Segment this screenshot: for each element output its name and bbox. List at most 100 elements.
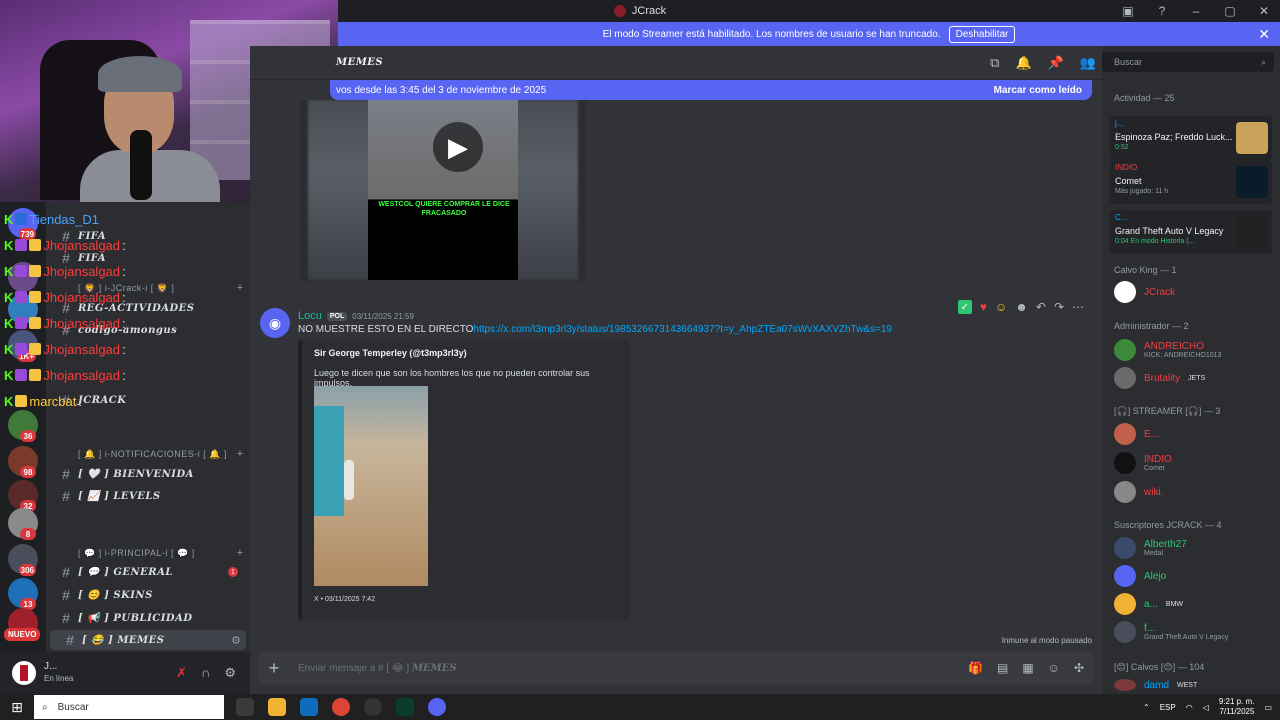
activity-card[interactable]: INDIO Comet Más jugado: 11 h (1110, 160, 1272, 204)
gift-icon[interactable]: 🎁 (968, 661, 983, 675)
outlook-icon[interactable] (300, 698, 318, 716)
server-icon[interactable]: 32 (8, 480, 38, 512)
maximize-button[interactable]: ▢ (1222, 4, 1238, 18)
obs-icon[interactable] (364, 698, 382, 716)
embed-author[interactable]: Sir George Temperley (@t3mp3rl3y) (314, 348, 467, 358)
add-attachment-icon[interactable]: + (258, 658, 290, 679)
disable-streamer-button[interactable]: Deshabilitar (948, 25, 1016, 43)
reply-icon[interactable]: ↶ (1036, 300, 1046, 314)
activity-card[interactable]: C... Grand Theft Auto V Legacy 0:04 En m… (1110, 210, 1272, 254)
embed-image[interactable] (314, 386, 428, 586)
notifications-bell-icon[interactable]: 🔔 (1015, 55, 1031, 71)
member-item[interactable]: Alejo (1114, 564, 1166, 588)
server-icon[interactable]: 1K+ (8, 330, 38, 362)
member-item[interactable]: f... Grand Theft Auto V Legacy (1114, 620, 1228, 644)
pin-icon[interactable]: 📌 (1048, 55, 1064, 71)
mute-mic-icon[interactable]: ✗ (176, 665, 187, 681)
user-settings-icon[interactable]: ⚙ (224, 665, 236, 681)
channel-item[interactable]: # [ 🤍 ] BIENVENIDA (46, 464, 250, 484)
category-header[interactable]: [ 🔔 ] i-NOTIFICACIONES-i [ 🔔 ] + (46, 444, 250, 464)
minimize-button[interactable]: – (1188, 4, 1204, 18)
member-item[interactable]: ANDREICHO KICK: ANDREICHO1013 (1114, 338, 1221, 362)
member-item[interactable]: wiki. (1114, 480, 1163, 504)
channel-item[interactable]: # [ 😊 ] SKINS (46, 585, 250, 605)
category-header[interactable]: [ 💬 ] i-PRINCIPAL-i [ 💬 ] + (46, 543, 250, 563)
channel-item[interactable]: # [ 💬 ] GENERAL 1 (46, 562, 250, 582)
channel-item[interactable]: # [ 📈 ] LEVELS (46, 486, 250, 506)
member-item[interactable]: Brutality JETS (1114, 366, 1205, 390)
check-reaction-icon[interactable]: ✓ (957, 300, 972, 314)
server-icon[interactable] (8, 262, 38, 292)
app-icon[interactable] (396, 698, 414, 716)
add-channel-icon[interactable]: + (230, 448, 250, 460)
message-composer[interactable]: + Enviar mensaje a # [ 😂 ] MEMES 🎁 ▤ ▦ ☺… (258, 652, 1094, 684)
language-indicator[interactable]: ESP (1160, 703, 1176, 712)
activity-header[interactable]: Actividad — 25 (1114, 93, 1175, 103)
sticker-icon[interactable]: ▦ (1022, 661, 1033, 675)
add-reaction-icon[interactable]: ☻ (1015, 300, 1028, 314)
taskbar-search[interactable]: ⌕ Buscar (34, 695, 224, 719)
discord-avatar-icon[interactable]: ◉ (260, 308, 290, 338)
category-header[interactable]: [ 🦁 ] i-JCrack-i [ 🦁 ] + (46, 278, 250, 298)
new-messages-bar[interactable]: vos desde las 3:45 del 3 de noviembre de… (330, 80, 1092, 100)
heart-reaction-icon[interactable]: ♥ (980, 300, 987, 314)
task-view-icon[interactable] (236, 698, 254, 716)
server-icon[interactable]: 306 (8, 544, 38, 576)
user-info[interactable]: J... En línea (44, 661, 73, 685)
server-icon[interactable]: 98 (8, 446, 38, 478)
play-icon[interactable]: ▶ (433, 122, 483, 172)
windows-start-icon[interactable]: ⊞ (0, 699, 34, 716)
activity-card[interactable]: j... Espinoza Paz; Freddo Luck... 0:52 (1110, 116, 1272, 160)
file-explorer-icon[interactable] (268, 698, 286, 716)
help-icon[interactable]: ? (1154, 4, 1170, 18)
emoji-icon[interactable]: ☺ (1048, 661, 1060, 675)
channel-item[interactable]: # FIFA (46, 248, 250, 268)
settings-icon[interactable]: ⚙ (226, 634, 246, 647)
channel-item[interactable]: # FIFA (46, 226, 250, 246)
inbox-icon[interactable]: ▣ (1120, 4, 1136, 18)
apps-icon[interactable]: ✣ (1074, 661, 1084, 675)
more-options-icon[interactable]: ⋯ (1072, 300, 1084, 314)
member-item[interactable]: E... (1114, 422, 1159, 446)
add-channel-icon[interactable]: + (230, 547, 250, 559)
member-item[interactable]: damd WEST (1114, 678, 1197, 692)
link-embed: Sir George Temperley (@t3mp3rl3y) Luego … (298, 340, 630, 620)
threads-icon[interactable]: ⧉ (990, 55, 999, 71)
channel-item[interactable]: # [ 📢 ] PUBLICIDAD (46, 608, 250, 628)
chrome-icon[interactable] (332, 698, 350, 716)
close-window-button[interactable]: ✕ (1256, 4, 1272, 18)
server-icon[interactable]: 13 (8, 578, 38, 610)
server-icon[interactable]: 739 (8, 208, 38, 240)
message-link[interactable]: https://x.com/t3mp3rl3y/status/198532667… (473, 324, 892, 335)
member-item[interactable]: Alberth27 Medal (1114, 536, 1187, 560)
add-channel-icon[interactable]: + (230, 282, 250, 294)
server-icon[interactable]: 8 (8, 508, 38, 540)
discord-icon[interactable] (428, 698, 446, 716)
member-item[interactable]: JCrack (1114, 280, 1175, 304)
server-icon[interactable] (8, 294, 38, 324)
member-item[interactable]: INDIO Comet (1114, 451, 1172, 475)
channel-item-active[interactable]: # [ 😂 ] MEMES ⚙ (50, 630, 246, 650)
clock[interactable]: 9:21 p. m. 7/11/2025 (1219, 697, 1255, 717)
channel-item[interactable]: # codigo-amongus (46, 320, 250, 340)
wifi-icon[interactable]: ◠ (1186, 703, 1193, 712)
forward-icon[interactable]: ↷ (1054, 300, 1064, 314)
member-search-input[interactable]: Buscar ⌕ (1102, 52, 1274, 72)
volume-icon[interactable]: ◁ (1203, 703, 1209, 712)
mark-as-read-button[interactable]: Marcar como leído (994, 85, 1082, 96)
server-icon[interactable]: 36 (8, 410, 38, 442)
headphones-icon[interactable]: ∩ (201, 665, 210, 681)
close-banner-icon[interactable]: ✕ (1258, 26, 1270, 43)
tray-chevron-icon[interactable]: ⌃ (1143, 703, 1150, 712)
gif-icon[interactable]: ▤ (997, 661, 1008, 675)
channel-item[interactable]: # REG-ACTIVIDADES (46, 298, 250, 318)
channel-item[interactable]: # JCRACK (46, 390, 250, 410)
member-item[interactable]: a... BMW (1114, 592, 1183, 616)
video-embed[interactable]: ▶ WESTCOL QUIERE COMPRAR LE DICE FRACASA… (300, 100, 586, 282)
member-list-icon[interactable]: 👥 (1080, 55, 1096, 71)
laugh-reaction-icon[interactable]: ☺ (995, 300, 1007, 314)
notifications-icon[interactable]: ▭ (1264, 703, 1272, 712)
message-author[interactable]: Locu (298, 310, 322, 322)
composer-placeholder[interactable]: Enviar mensaje a # [ 😂 ] MEMES (298, 663, 968, 674)
avatar[interactable] (12, 661, 36, 685)
